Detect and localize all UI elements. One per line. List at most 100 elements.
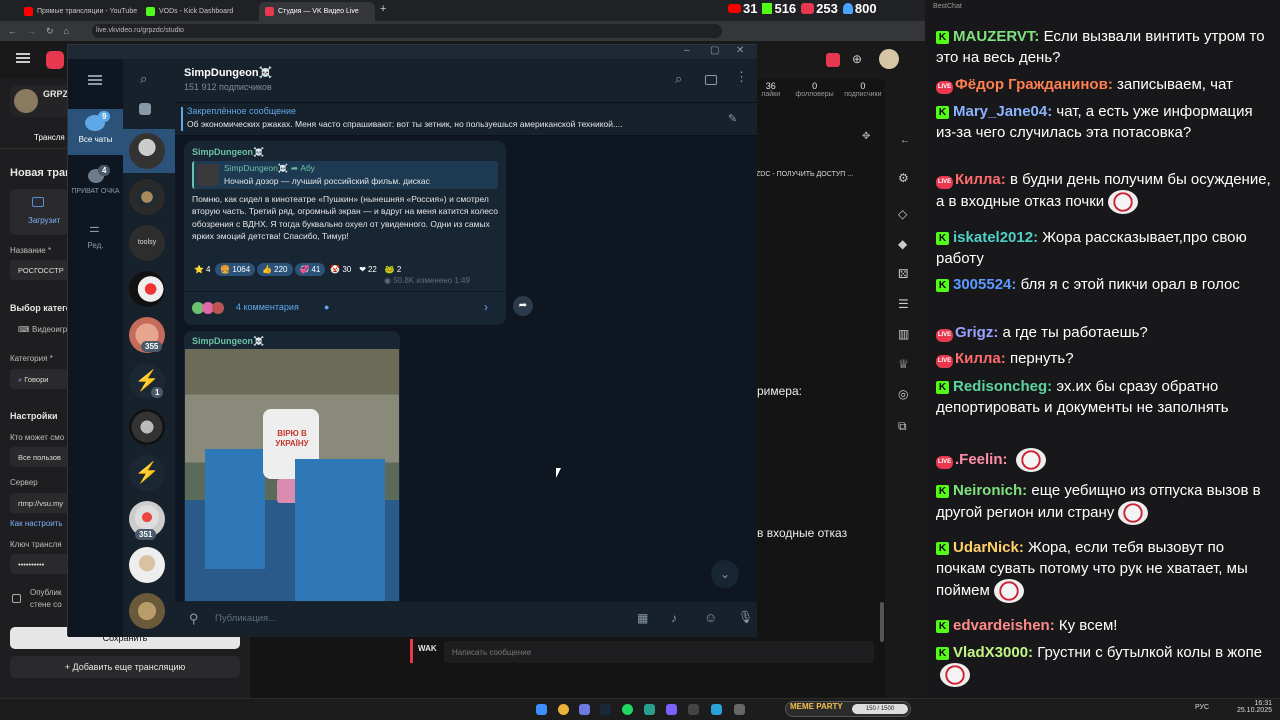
post-bubble[interactable]: SimpDungeon☠️ SimpDungeon☠️ ➦ Абу Ночной…	[184, 141, 506, 325]
dice-icon[interactable]: ⚄	[898, 267, 908, 281]
tab-kick[interactable]: VODs - Kick Dashboard	[140, 2, 260, 21]
chat-avatar[interactable]	[129, 271, 165, 307]
folder-private[interactable]: 4 ПРИВАТ ОЧКА	[68, 163, 123, 207]
chat-username[interactable]: Grigz:	[955, 324, 998, 341]
chat-avatar[interactable]: toolsy	[129, 225, 165, 261]
forward-icon[interactable]: →	[27, 26, 36, 36]
tab-vk-studio[interactable]: Студия — VK Видео Live	[259, 2, 375, 21]
post-author[interactable]: SimpDungeon☠️	[192, 147, 264, 158]
language-indicator[interactable]: РУС	[1195, 704, 1209, 711]
link-icon[interactable]: ⧉	[898, 419, 907, 434]
chat-username[interactable]: Килла:	[955, 171, 1006, 188]
back-arrow-icon[interactable]: ←	[900, 135, 910, 146]
upload-button[interactable]: Загрузит	[10, 189, 68, 235]
reload-icon[interactable]: ↻	[46, 26, 54, 37]
schedule-icon[interactable]: ▦	[637, 611, 648, 625]
app-icon[interactable]	[666, 704, 677, 715]
chat-avatar[interactable]: ⚡	[129, 455, 165, 491]
chat-username[interactable]: Neironich:	[953, 482, 1027, 499]
menu-icon[interactable]	[88, 75, 102, 77]
pin-list-icon[interactable]: ✎	[728, 112, 737, 125]
reaction-chip[interactable]: 🤡 30	[327, 263, 354, 276]
menu-icon[interactable]	[16, 53, 30, 55]
share-button[interactable]: ➦	[513, 296, 533, 316]
home-icon[interactable]: ⌂	[64, 26, 69, 36]
more-icon[interactable]: ⋮	[735, 69, 748, 85]
list-icon[interactable]: ☰	[898, 297, 909, 311]
chat-avatar[interactable]	[129, 593, 165, 629]
chat-icon[interactable]: ◎	[898, 387, 908, 401]
videogames-option[interactable]: Видеоигр	[32, 325, 67, 334]
add-icon[interactable]: ⊕	[852, 52, 862, 66]
spotify-icon[interactable]	[622, 704, 633, 715]
chat-username[interactable]: UdarNick:	[953, 539, 1024, 556]
comments-button[interactable]: 4 комментария ● ›	[192, 298, 498, 320]
chat-username[interactable]: Фёдор Гражданинов:	[955, 76, 1113, 93]
new-tab-button[interactable]: +	[380, 3, 386, 15]
reaction-chip[interactable]: 👍 220	[257, 263, 293, 276]
app-icon[interactable]	[734, 704, 745, 715]
folder-all-chats[interactable]: 9 Все чаты	[68, 109, 123, 155]
chat-input[interactable]: Написать сообщение	[444, 641, 874, 663]
reaction-chip[interactable]: ❤ 22	[356, 263, 380, 276]
settings-icon[interactable]: ⚙	[898, 171, 909, 185]
telegram-icon[interactable]	[711, 704, 722, 715]
post-photo[interactable]: ВІРЮ В УКРАЇНУ	[185, 349, 399, 601]
chat-username[interactable]: MAUZERVT:	[953, 28, 1039, 45]
chat-username[interactable]: edvardeishen:	[953, 617, 1055, 634]
emoji-icon[interactable]: ☺	[704, 610, 717, 625]
chat-username[interactable]: 3005524:	[953, 276, 1016, 293]
chat-avatar[interactable]	[129, 547, 165, 583]
close-icon[interactable]: ✕	[736, 45, 744, 56]
back-icon[interactable]: ←	[8, 26, 17, 36]
windows-start-icon[interactable]	[536, 704, 547, 715]
tab-youtube[interactable]: Прямые трансляции - YouTube	[18, 2, 138, 21]
reply-quote[interactable]: SimpDungeon☠️ ➦ Абу Ночной дозор — лучши…	[192, 161, 498, 189]
chat-username[interactable]: Килла:	[955, 350, 1006, 367]
app-icon[interactable]	[644, 704, 655, 715]
chat-avatar[interactable]	[129, 133, 165, 169]
chart-icon[interactable]: ▥	[898, 327, 909, 341]
chat-username[interactable]: iskatel2012:	[953, 229, 1038, 246]
chat-username[interactable]: Mary_Jane04:	[953, 103, 1052, 120]
reaction-chip[interactable]: ⭐ 4	[191, 263, 213, 276]
publish-checkbox[interactable]	[12, 594, 21, 603]
scrollbar[interactable]	[880, 602, 884, 642]
setup-link[interactable]: Как настроить	[10, 519, 63, 528]
microphone-icon[interactable]: 🎙	[738, 610, 753, 624]
gift-icon[interactable]	[826, 53, 840, 67]
steam-icon[interactable]	[600, 704, 611, 715]
gem-icon[interactable]: ◆	[898, 237, 907, 251]
reaction-chip[interactable]: 💞 41	[294, 263, 326, 276]
clock[interactable]: 16:31 25.10.2025	[1228, 700, 1272, 714]
reaction-chip[interactable]: 🍔 1064	[215, 263, 256, 276]
reaction-chip[interactable]: 🐸 2	[382, 263, 404, 276]
tab-streams[interactable]: Трансля	[34, 133, 65, 142]
pinned-message[interactable]: Закреплённое сообщение Об экономических …	[175, 103, 757, 136]
post-author[interactable]: SimpDungeon☠️	[192, 336, 264, 347]
obs-icon[interactable]	[688, 704, 699, 715]
chat-username[interactable]: .Feelin:	[955, 451, 1008, 468]
attach-icon[interactable]: ⚲	[189, 611, 199, 627]
pin-icon[interactable]: ✥	[862, 131, 870, 142]
chat-avatar[interactable]	[129, 179, 165, 215]
chrome-icon[interactable]	[558, 704, 569, 715]
message-input[interactable]: Публикация...	[215, 613, 595, 624]
scroll-down-button[interactable]: ⌄	[711, 560, 739, 588]
trophy-icon[interactable]: ♕	[898, 357, 909, 371]
discord-icon[interactable]	[579, 704, 590, 715]
bell-icon[interactable]: ♪	[671, 611, 677, 625]
folder-edit[interactable]: ⚌ Ред.	[68, 217, 123, 253]
avatar[interactable]	[879, 49, 899, 69]
chat-avatar[interactable]	[129, 409, 165, 445]
diamond-icon[interactable]: ◇	[898, 207, 907, 221]
archive-icon[interactable]	[139, 103, 151, 115]
sidebar-toggle-icon[interactable]	[705, 75, 717, 85]
channel-title[interactable]: SimpDungeon☠️	[184, 66, 272, 79]
chat-username[interactable]: VladX3000:	[953, 644, 1033, 661]
post-bubble[interactable]: SimpDungeon☠️ ВІРЮ В УКРАЇНУ	[184, 331, 400, 621]
add-stream-button[interactable]: + Добавить еще трансляцию	[10, 656, 240, 678]
maximize-icon[interactable]: ▢	[710, 45, 719, 56]
url-field[interactable]: live.vkvideo.ru/grpzdc/studio	[92, 24, 722, 38]
search-icon[interactable]: ⌕	[140, 71, 147, 87]
